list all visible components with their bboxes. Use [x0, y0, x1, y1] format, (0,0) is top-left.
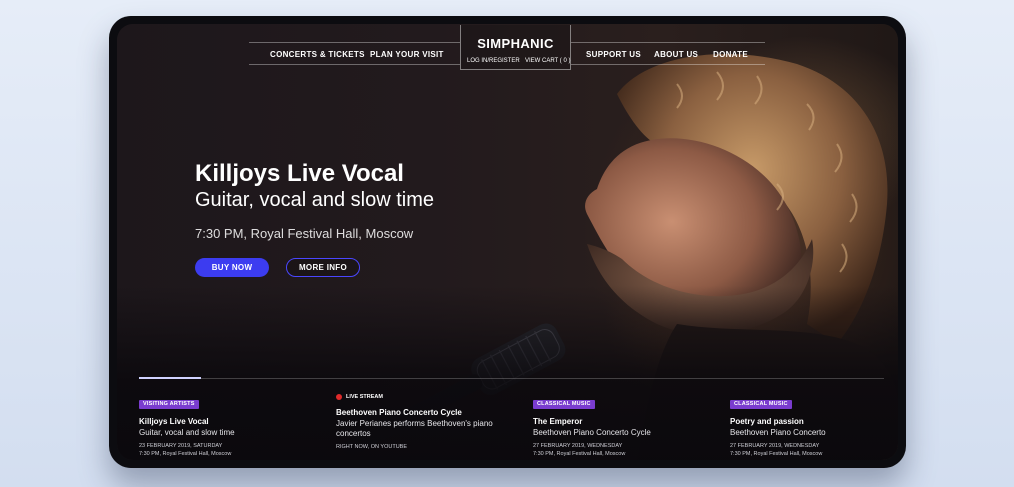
event-title: Beethoven Piano Concerto Cycle [336, 408, 462, 417]
event-title: Poetry and passion [730, 417, 804, 426]
event-tag: CLASSICAL MUSIC [730, 400, 792, 409]
event-place: 7:30 PM, Royal Festival Hall, Moscow [730, 451, 823, 457]
event-tag: LIVE STREAM [346, 393, 383, 400]
event-title: Killjoys Live Vocal [139, 417, 209, 426]
event-title: The Emperor [533, 417, 583, 426]
buy-now-button[interactable]: BUY NOW [195, 258, 269, 277]
event-date: 27 FEBRUARY 2019, WEDNESDAY [533, 443, 623, 449]
nav-donate[interactable]: DONATE [713, 50, 748, 59]
hero-time-location: 7:30 PM, Royal Festival Hall, Moscow [195, 226, 414, 241]
view-cart-link[interactable]: VIEW CART ( 0 ) [525, 58, 570, 64]
nav-plan-your-visit[interactable]: PLAN YOUR VISIT [370, 50, 444, 59]
event-description: Javier Perianes performs Beethoven's pia… [336, 419, 493, 438]
event-card[interactable]: CLASSICAL MUSIC The Emperor Beethoven Pi… [533, 392, 713, 457]
nav-support-us[interactable]: SUPPORT US [586, 50, 641, 59]
brand-logo[interactable]: SIMPHANIC [461, 36, 570, 51]
events-divider [139, 378, 884, 379]
login-register-link[interactable]: LOG IN/REGISTER [467, 58, 520, 64]
live-dot-icon [336, 393, 342, 400]
event-place: 7:30 PM, Royal Festival Hall, Moscow [139, 451, 232, 457]
event-card[interactable]: VISITING ARTISTS Killjoys Live Vocal Gui… [139, 392, 319, 457]
event-date: 27 FEBRUARY 2019, WEDNESDAY [730, 443, 820, 449]
more-info-button[interactable]: MORE INFO [286, 258, 360, 277]
nav-about-us[interactable]: ABOUT US [654, 50, 698, 59]
nav-line-right-bottom [571, 64, 765, 65]
website-screen: CONCERTS & TICKETS PLAN YOUR VISIT SIMPH… [117, 24, 898, 460]
event-place: 7:30 PM, Royal Festival Hall, Moscow [533, 451, 626, 457]
nav-concerts-tickets[interactable]: CONCERTS & TICKETS [270, 50, 365, 59]
brand-box: SIMPHANIC LOG IN/REGISTER VIEW CART ( 0 … [460, 25, 571, 70]
nav-line-right-top [571, 42, 765, 43]
event-date: 23 FEBRUARY 2019, SATURDAY [139, 443, 223, 449]
nav-line-left-top [249, 42, 460, 43]
event-tag: VISITING ARTISTS [139, 400, 199, 409]
event-card[interactable]: LIVE STREAM Beethoven Piano Concerto Cyc… [336, 392, 496, 450]
event-description: Guitar, vocal and slow time [139, 428, 235, 437]
event-tag: CLASSICAL MUSIC [533, 400, 595, 409]
event-card[interactable]: CLASSICAL MUSIC Poetry and passion Beeth… [730, 392, 890, 457]
hero-title: Killjoys Live Vocal [195, 160, 404, 187]
device-frame: CONCERTS & TICKETS PLAN YOUR VISIT SIMPH… [109, 16, 906, 468]
event-description: Beethoven Piano Concerto [730, 428, 826, 437]
live-stream-label: LIVE STREAM [336, 392, 496, 401]
events-active-indicator [139, 377, 201, 379]
event-date: RIGHT NOW, ON YOUTUBE [336, 444, 407, 450]
event-description: Beethoven Piano Concerto Cycle [533, 428, 651, 437]
hero-subtitle: Guitar, vocal and slow time [195, 189, 434, 211]
nav-line-left-bottom [249, 64, 460, 65]
